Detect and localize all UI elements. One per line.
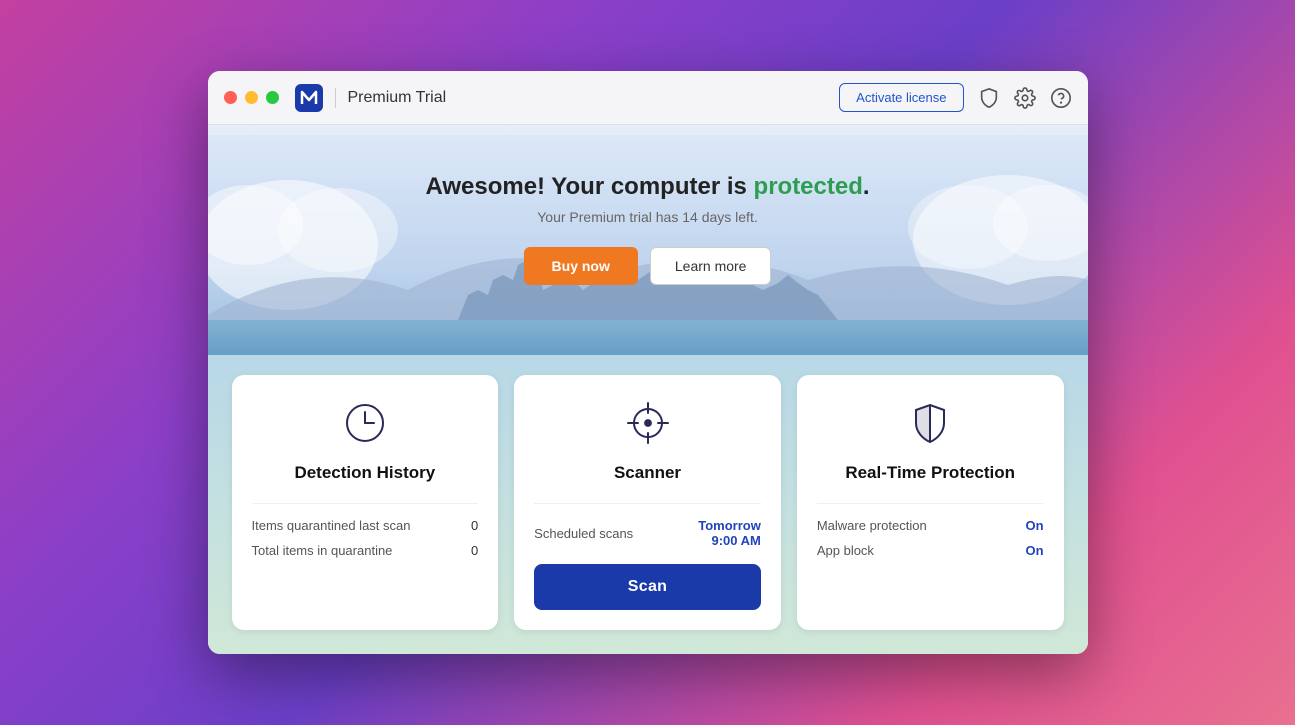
app-title: Premium Trial <box>348 89 447 107</box>
detection-history-card: Detection History Items quarantined last… <box>232 375 499 630</box>
malware-protection-value: On <box>1025 518 1043 533</box>
total-quarantine-label: Total items in quarantine <box>252 543 393 558</box>
detection-history-icon-area <box>252 399 479 447</box>
app-block-label: App block <box>817 543 874 558</box>
malware-protection-row: Malware protection On <box>817 518 1044 533</box>
real-time-protection-title: Real-Time Protection <box>817 463 1044 483</box>
app-logo: Premium Trial <box>295 84 447 112</box>
window-controls <box>224 91 279 104</box>
titlebar: Premium Trial Activate license <box>208 71 1088 125</box>
learn-more-button[interactable]: Learn more <box>650 247 772 285</box>
hero-buttons: Buy now Learn more <box>228 247 1068 285</box>
hero-title: Awesome! Your computer is protected. <box>228 173 1068 201</box>
gear-icon[interactable] <box>1014 87 1036 109</box>
crosshair-icon <box>624 399 672 447</box>
scanner-icon-area <box>534 399 761 447</box>
app-block-row: App block On <box>817 543 1044 558</box>
scheduled-scans-value: Tomorrow9:00 AM <box>698 518 761 548</box>
shield-half-icon <box>906 399 954 447</box>
quarantined-last-scan-value: 0 <box>471 518 478 533</box>
detection-history-rows: Items quarantined last scan 0 Total item… <box>252 503 479 558</box>
hero-title-prefix: Awesome! Your computer is <box>425 173 753 200</box>
detection-history-row-0: Items quarantined last scan 0 <box>252 518 479 533</box>
malware-protection-label: Malware protection <box>817 518 927 533</box>
real-time-protection-card: Real-Time Protection Malware protection … <box>797 375 1064 630</box>
total-quarantine-value: 0 <box>471 543 478 558</box>
buy-now-button[interactable]: Buy now <box>524 247 638 285</box>
logo-divider <box>335 88 336 108</box>
activate-license-button[interactable]: Activate license <box>839 83 963 112</box>
hero-title-suffix: . <box>863 173 870 200</box>
clock-icon <box>341 399 389 447</box>
scheduled-scans-row: Scheduled scans Tomorrow9:00 AM <box>534 518 761 548</box>
detection-history-title: Detection History <box>252 463 479 483</box>
close-button[interactable] <box>224 91 237 104</box>
app-block-value: On <box>1025 543 1043 558</box>
scan-button[interactable]: Scan <box>534 564 761 610</box>
cards-section: Detection History Items quarantined last… <box>208 355 1088 654</box>
titlebar-actions: Activate license <box>839 83 1071 112</box>
hero-subtitle: Your Premium trial has 14 days left. <box>228 209 1068 225</box>
real-time-protection-rows: Malware protection On App block On <box>817 503 1044 558</box>
scheduled-scans-label: Scheduled scans <box>534 526 633 541</box>
hero-section: Awesome! Your computer is protected. You… <box>208 125 1088 355</box>
real-time-protection-icon-area <box>817 399 1044 447</box>
detection-history-row-1: Total items in quarantine 0 <box>252 543 479 558</box>
help-icon[interactable] <box>1050 87 1072 109</box>
scanner-rows: Scheduled scans Tomorrow9:00 AM <box>534 503 761 548</box>
scanner-card: Scanner Scheduled scans Tomorrow9:00 AM … <box>514 375 781 630</box>
hero-title-highlight: protected <box>754 173 863 200</box>
minimize-button[interactable] <box>245 91 258 104</box>
quarantined-last-scan-label: Items quarantined last scan <box>252 518 411 533</box>
main-window: Premium Trial Activate license <box>208 71 1088 654</box>
shield-icon[interactable] <box>978 87 1000 109</box>
scanner-title: Scanner <box>534 463 761 483</box>
app-logo-icon <box>295 84 323 112</box>
maximize-button[interactable] <box>266 91 279 104</box>
